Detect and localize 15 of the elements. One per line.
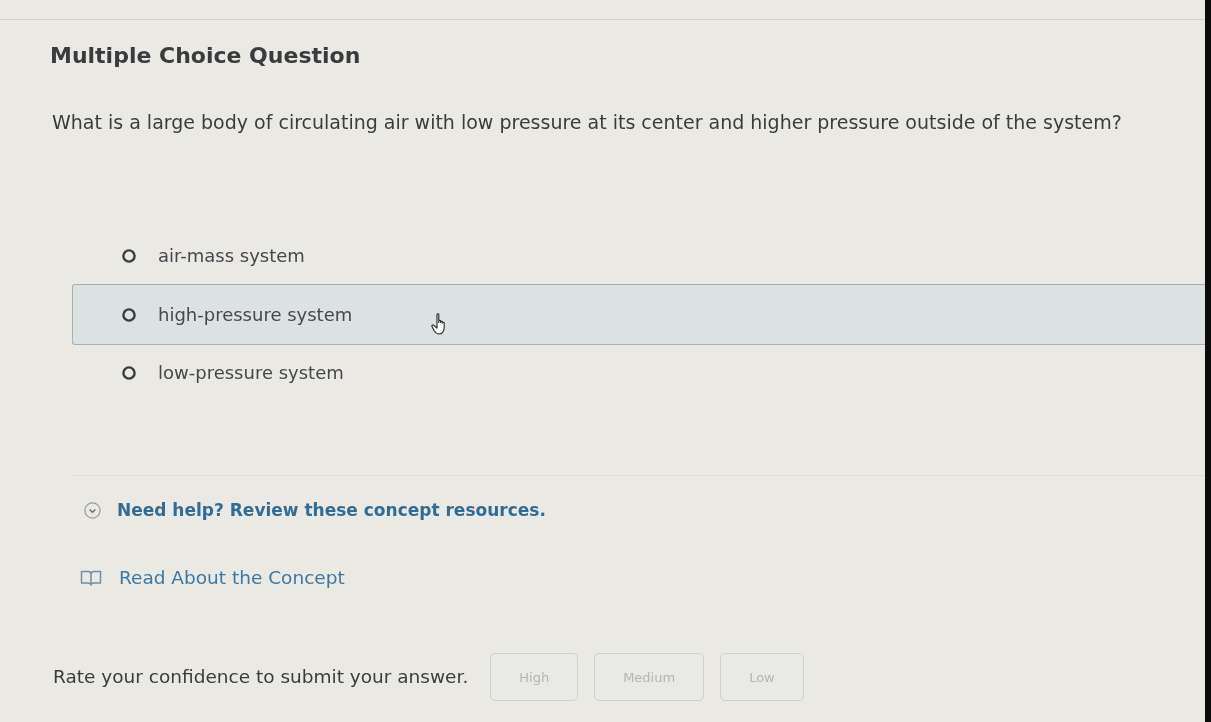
question-heading: Multiple Choice Question	[50, 43, 362, 69]
answer-option[interactable]: high-pressure system	[72, 284, 1205, 345]
help-toggle-link[interactable]: Need help? Review these concept resources.	[117, 499, 546, 521]
resource-link[interactable]: Read About the Concept	[119, 567, 345, 589]
option-label: low-pressure system	[158, 362, 344, 384]
question-text: What is a large body of circulating air with low pressure at its center and higher pressure outside of the system?	[52, 110, 1123, 134]
radio-button[interactable]	[122, 249, 136, 263]
book-icon	[80, 569, 102, 587]
option-label: high-pressure system	[158, 303, 353, 326]
confidence-prompt: Rate your confidence to submit your answer.	[53, 666, 469, 688]
option-label: air-mass system	[158, 245, 305, 267]
radio-button[interactable]	[122, 366, 136, 380]
radio-button[interactable]	[122, 307, 136, 322]
answer-option[interactable]: air-mass system	[72, 228, 1205, 284]
answer-option[interactable]: low-pressure system	[72, 345, 1205, 401]
